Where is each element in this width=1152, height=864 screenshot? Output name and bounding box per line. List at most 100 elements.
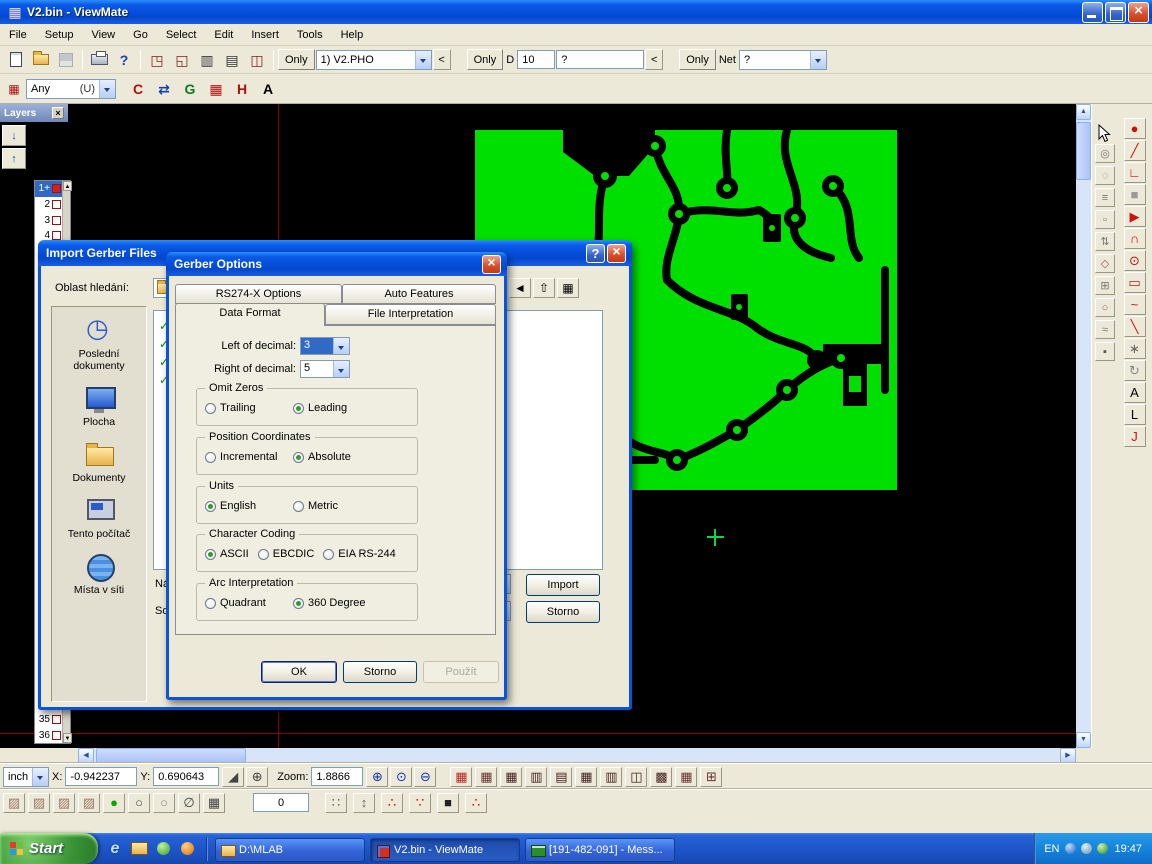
close-button[interactable] <box>607 244 626 263</box>
chevron-down-icon[interactable] <box>333 338 349 354</box>
ie-icon[interactable] <box>106 840 124 858</box>
prev-layer-button[interactable]: < <box>433 49 451 70</box>
right-of-decimal-select[interactable]: 5 <box>300 360 350 378</box>
layer-color-chip[interactable] <box>52 216 61 225</box>
list-icon[interactable]: ≡ <box>1095 188 1115 207</box>
radio-option[interactable]: Quadrant <box>205 597 293 609</box>
menu-item[interactable]: Tools <box>288 26 332 44</box>
fill-table-icon[interactable]: ▩ <box>650 767 672 787</box>
circle-icon[interactable]: ○ <box>1095 298 1115 317</box>
messenger-tray-icon[interactable] <box>1065 843 1076 854</box>
l-tool-icon[interactable]: L <box>1124 404 1146 425</box>
pad-tool-icon[interactable]: ● <box>1124 118 1146 139</box>
y-coordinate-input[interactable]: 0.690643 <box>153 767 219 786</box>
menu-item[interactable]: Edit <box>205 26 242 44</box>
hook-tool-icon[interactable]: J <box>1124 426 1146 447</box>
hatch-2-icon[interactable]: ▨ <box>28 793 50 813</box>
layer-row[interactable]: 2 <box>35 197 62 213</box>
menu-item[interactable]: Help <box>332 26 373 44</box>
square-tool-icon[interactable]: ■ <box>1124 184 1146 205</box>
close-button[interactable] <box>1128 2 1149 23</box>
menu-item[interactable]: File <box>0 26 36 44</box>
highlight-icon[interactable]: ▥ <box>195 49 219 71</box>
radio-option[interactable]: EBCDIC <box>258 548 315 560</box>
small-box-icon[interactable]: ▫ <box>1095 210 1115 229</box>
chevron-down-icon[interactable] <box>810 51 826 69</box>
grid-value-input[interactable]: 0 <box>253 793 309 812</box>
layer-row[interactable]: 35 <box>35 712 62 728</box>
only-dcode-toggle[interactable]: Only <box>467 49 504 70</box>
plus-box-icon[interactable]: ⊞ <box>1095 276 1115 295</box>
context-help-button[interactable]: ? <box>112 49 136 71</box>
radio-option[interactable]: Leading <box>293 402 347 414</box>
pad-table-icon[interactable]: ▦ <box>575 767 597 787</box>
chevron-down-icon[interactable] <box>415 51 431 69</box>
place-recent-documents[interactable]: Poslední dokumenty <box>54 317 144 372</box>
open-button[interactable] <box>29 49 53 71</box>
chevron-down-icon[interactable] <box>333 361 349 377</box>
wave-icon[interactable]: ≈ <box>1095 320 1115 339</box>
place-documents[interactable]: Dokumenty <box>54 441 144 484</box>
import-button[interactable]: Import <box>526 574 600 596</box>
menu-item[interactable]: View <box>82 26 124 44</box>
pattern-red-2-icon[interactable]: ∵ <box>409 793 431 813</box>
settings-tool-icon[interactable]: ∗ <box>1124 338 1146 359</box>
scroll-right-icon[interactable]: ▶ <box>1060 748 1076 763</box>
tab-file-interpretation[interactable]: File Interpretation <box>325 304 496 325</box>
minimize-button[interactable] <box>1082 2 1103 23</box>
rotate-tool-icon[interactable]: ↻ <box>1124 360 1146 381</box>
only-net-toggle[interactable]: Only <box>679 49 716 70</box>
left-of-decimal-select[interactable]: 3 <box>300 337 350 355</box>
layer-color-chip[interactable] <box>52 231 61 240</box>
radio-option[interactable]: EIA RS-244 <box>323 548 395 560</box>
new-button[interactable] <box>4 49 28 71</box>
slope-icon[interactable]: ◢ <box>222 767 244 787</box>
layer-select[interactable]: 1) V2.PHO <box>316 50 432 70</box>
circle-pad-tool-icon[interactable]: ⊙ <box>1124 250 1146 271</box>
pattern-red-3-icon[interactable]: ∴ <box>465 793 487 813</box>
origin-icon[interactable]: ⊕ <box>246 767 268 787</box>
a-tool-icon[interactable]: A <box>256 78 280 100</box>
arrow-tool-icon[interactable]: ▶ <box>1124 206 1146 227</box>
layer-up-button[interactable]: ↑ <box>2 148 26 169</box>
layer-color-chip[interactable] <box>52 715 61 724</box>
tab-auto-features[interactable]: Auto Features <box>342 284 496 304</box>
select-region-icon[interactable]: ◳ <box>145 49 169 71</box>
scroll-up-icon[interactable]: ▲ <box>63 181 72 191</box>
firefox-icon[interactable] <box>178 840 196 858</box>
select-net-icon[interactable]: ▤ <box>220 49 244 71</box>
pattern-red-1-icon[interactable]: ∴ <box>381 793 403 813</box>
grid-red-icon[interactable]: ▦ <box>450 767 472 787</box>
radio-option[interactable]: Trailing <box>205 402 293 414</box>
g-tool-icon[interactable]: G <box>178 78 202 100</box>
scroll-down-icon[interactable]: ▼ <box>63 733 72 743</box>
trace-table-icon[interactable]: ▥ <box>600 767 622 787</box>
dot-icon[interactable]: ▪ <box>1095 342 1115 361</box>
layer-row[interactable]: 1+ <box>35 181 62 197</box>
aperture-filter-select[interactable]: Any (U) <box>26 79 116 99</box>
arc-tool-icon[interactable]: ∩ <box>1124 228 1146 249</box>
layer-row[interactable]: 3 <box>35 212 62 228</box>
close-icon[interactable]: × <box>52 107 64 119</box>
net-table-icon[interactable]: ▤ <box>550 767 572 787</box>
scroll-down-icon[interactable]: ▼ <box>1076 732 1091 748</box>
vertical-scroll-thumb[interactable] <box>1076 122 1091 180</box>
player-icon[interactable] <box>154 840 172 858</box>
corner-tool-icon[interactable]: ∟ <box>1124 162 1146 183</box>
cancel-button[interactable]: Storno <box>526 601 600 623</box>
tab-rs274x-options[interactable]: RS274-X Options <box>175 284 342 304</box>
horizontal-scrollbar[interactable]: ◀ ▶ <box>78 748 1076 763</box>
folders-icon[interactable] <box>130 840 148 858</box>
task-mlab-folder[interactable]: D:\MLAB <box>215 838 365 862</box>
layer-color-chip[interactable] <box>52 200 61 209</box>
net-select[interactable]: ? <box>739 50 827 70</box>
select-layer-icon[interactable]: ◫ <box>245 49 269 71</box>
add-table-icon[interactable]: ⊞ <box>700 767 722 787</box>
radio-option[interactable]: Incremental <box>205 451 293 463</box>
tool-table-icon[interactable]: ▥ <box>525 767 547 787</box>
menu-item[interactable]: Insert <box>242 26 288 44</box>
x-coordinate-input[interactable]: -0.942237 <box>65 767 137 786</box>
start-button[interactable]: Start <box>0 833 98 864</box>
radio-option[interactable]: ASCII <box>205 548 249 560</box>
layer-down-button[interactable]: ↓ <box>2 125 26 146</box>
